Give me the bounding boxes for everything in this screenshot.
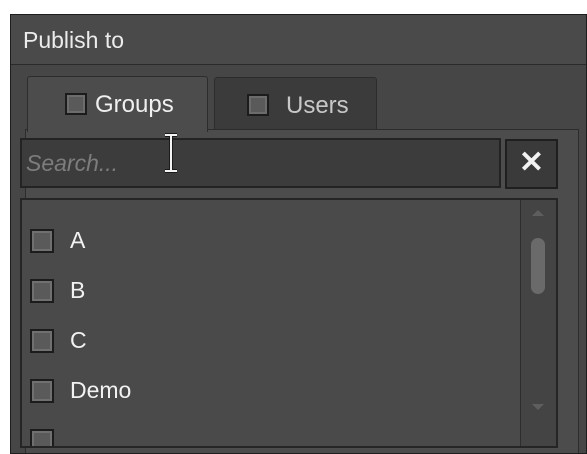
arrow-down-icon[interactable]: [532, 404, 544, 410]
clear-search-button[interactable]: ✕: [505, 139, 558, 189]
tab-users[interactable]: Users: [214, 77, 377, 131]
search-input[interactable]: [20, 138, 501, 188]
list-scrollbar[interactable]: [520, 200, 556, 446]
list-item-label: A: [70, 227, 86, 253]
list-item[interactable]: [22, 420, 512, 446]
list-item-label: Demo: [70, 377, 132, 403]
tab-groups[interactable]: Groups: [27, 76, 208, 132]
list-item-checkbox[interactable]: [30, 229, 54, 253]
list-item[interactable]: Demo: [22, 370, 512, 410]
title-bar: Publish to: [11, 15, 586, 65]
list-item[interactable]: A: [22, 220, 512, 260]
list-item-checkbox[interactable]: [30, 379, 54, 403]
list-item[interactable]: C: [22, 320, 512, 360]
group-list[interactable]: A B C Demo: [20, 198, 558, 448]
users-checkbox[interactable]: [247, 94, 269, 116]
list-item-label: C: [70, 327, 87, 353]
tab-users-label: Users: [286, 92, 349, 119]
list-item-label: B: [70, 277, 86, 303]
list-item-checkbox[interactable]: [30, 279, 54, 303]
panel-title: Publish to: [23, 27, 125, 53]
tab-groups-label: Groups: [95, 91, 174, 118]
list-item-checkbox[interactable]: [30, 429, 54, 446]
groups-checkbox[interactable]: [65, 93, 87, 115]
list-item-checkbox[interactable]: [30, 329, 54, 353]
close-icon: ✕: [518, 146, 545, 179]
list-item[interactable]: B: [22, 270, 512, 310]
scrollbar-thumb[interactable]: [531, 238, 545, 294]
arrow-up-icon[interactable]: [532, 210, 544, 216]
